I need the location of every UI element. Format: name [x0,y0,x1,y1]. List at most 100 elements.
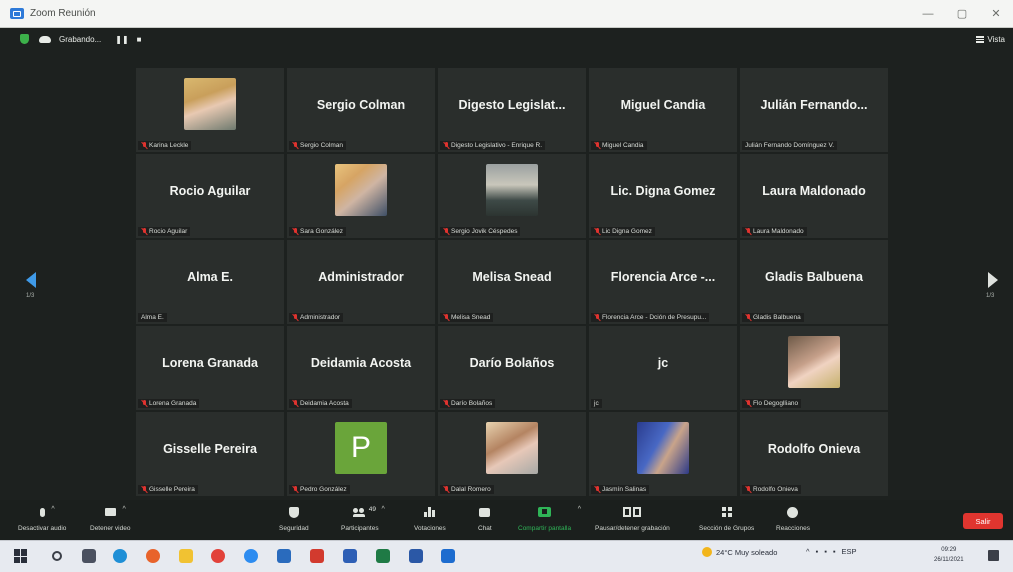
clock-time: 09:29 [941,547,957,553]
acrobat-icon[interactable] [310,549,324,563]
participant-tile[interactable]: Jasmín Salinas [589,412,737,496]
participant-name-text: Deidamia Acosta [300,400,349,407]
participant-tile[interactable]: Dalal Romero [438,412,586,496]
breakout-rooms-icon [721,507,732,517]
participant-tile[interactable]: Alma E. Alma E. [136,240,284,324]
participant-name-text: Rodolfo Onieva [753,486,798,493]
language-indicator[interactable]: ESP [842,547,857,556]
search-icon[interactable] [52,551,62,561]
view-button[interactable]: Vista [976,35,1005,44]
file-explorer-icon[interactable] [179,549,193,563]
participant-tile[interactable]: Deidamia Acosta Deidamia Acosta [287,326,435,410]
participants-label: Participantes [341,525,379,532]
participant-tile[interactable]: Digesto Legislat... Digesto Legislativo -… [438,68,586,152]
participant-display-name: Rocio Aguilar [169,184,251,198]
chrome-icon[interactable] [211,549,225,563]
participants-options-caret-icon[interactable]: ^ [381,506,384,513]
previous-page-arrow-icon[interactable] [26,272,36,288]
system-tray: ^ ▪ ▪ ▪ ESP [806,547,857,556]
participant-tile[interactable]: Flo Degoglliano [740,326,888,410]
next-page-arrow-icon[interactable] [988,272,998,288]
firefox-icon[interactable] [146,549,160,563]
reactions-button[interactable]: Reacciones [776,504,810,532]
task-view-icon[interactable] [82,549,96,563]
polls-bars-icon [424,507,436,517]
word-icon[interactable] [343,549,357,563]
stop-recording-icon[interactable]: ■ [137,35,142,44]
participant-display-name: Digesto Legislat... [458,98,566,112]
participant-display-name: Melisa Snead [472,270,552,284]
participant-tile[interactable]: Gisselle Pereira Gisselle Pereira [136,412,284,496]
pause-recording-icon[interactable]: ❚❚ [115,35,128,44]
mic-muted-icon [292,486,298,493]
volume-icon[interactable]: ▪ [824,547,827,556]
breakout-rooms-button[interactable]: Sección de Grupos [699,504,754,532]
participant-tile[interactable]: Miguel Candia Miguel Candia [589,68,737,152]
mic-muted-icon [443,314,449,321]
participant-tile[interactable]: Sergio Jovik Céspedes [438,154,586,238]
participant-name-text: Lorena Granada [149,400,197,407]
weather-widget[interactable]: 24°C Muy soleado [702,547,777,557]
security-button[interactable]: Seguridad [279,504,309,532]
leave-meeting-button[interactable]: Salir [963,513,1003,529]
polls-button[interactable]: Votaciones [414,504,446,532]
battery-icon[interactable]: ▪ [833,547,836,556]
participant-tile[interactable]: Julián Fernando... Julián Fernando Domíng… [740,68,888,152]
participant-name-text: Sara González [300,228,343,235]
participant-tile[interactable]: Administrador Administrador [287,240,435,324]
notifications-icon[interactable] [988,550,999,561]
mic-muted-icon [745,400,751,407]
stop-video-button[interactable]: ^ Detener video [90,504,130,532]
chat-label: Chat [478,525,492,532]
chat-button[interactable]: Chat [478,504,492,532]
video-label: Detener video [90,525,131,532]
participant-name-label: Gisselle Pereira [138,485,198,494]
zoom-taskbar-icon[interactable] [244,549,258,563]
participant-tile[interactable]: Darío Bolaños Darío Bolaños [438,326,586,410]
zoom-meeting-taskbar-icon[interactable] [441,549,455,563]
page-indicator-left: 1/3 [26,293,35,299]
participant-tile[interactable]: Lorena Granada Lorena Granada [136,326,284,410]
microphone-icon [39,507,45,517]
participant-tile[interactable]: Lic. Digna Gomez Lic Digna Gomez [589,154,737,238]
participant-name-text: Flo Degoglliano [753,400,799,407]
pause-stop-recording-button[interactable]: Pausar/detener grabación [595,504,670,532]
participant-tile[interactable]: jc jc [589,326,737,410]
share-options-caret-icon[interactable]: ^ [578,506,581,513]
participant-name-label: Administrador [289,313,344,322]
participants-button[interactable]: 49 ^ Participantes [341,504,385,533]
mail-icon[interactable] [277,549,291,563]
word-document-icon[interactable] [409,549,423,563]
participant-tile[interactable]: Rodolfo Onieva Rodolfo Onieva [740,412,888,496]
edge-browser-icon[interactable] [113,549,127,563]
share-screen-button[interactable]: ^ Compartir pantalla [518,504,581,532]
taskbar-clock[interactable]: 09:29 26/11/2021 [934,545,964,565]
close-button[interactable]: ✕ [979,0,1013,28]
participant-display-name: Laura Maldonado [762,184,866,198]
meeting-topbar: Grabando... ❚❚ ■ Vista [0,28,1013,50]
mute-audio-button[interactable]: ^ Desactivar audio [18,504,66,532]
excel-icon[interactable] [376,549,390,563]
participant-name-text: Sergio Colman [300,142,343,149]
encryption-shield-icon[interactable] [20,34,29,44]
participant-tile[interactable]: Karina Leckle [136,68,284,152]
maximize-button[interactable]: ▢ [945,0,979,28]
audio-options-caret-icon[interactable]: ^ [51,506,54,513]
participant-tile[interactable]: Rocio Aguilar Rocio Aguilar [136,154,284,238]
participant-display-name: Lic. Digna Gomez [610,184,716,198]
participant-tile[interactable]: Sergio Colman Sergio Colman [287,68,435,152]
zoom-window: Zoom Reunión — ▢ ✕ Grabando... ❚❚ ■ Vist… [0,0,1013,572]
participant-name-label: Pedro González [289,485,350,494]
chevron-up-icon[interactable]: ^ [806,547,810,556]
participant-tile[interactable]: Laura Maldonado Laura Maldonado [740,154,888,238]
windows-start-icon[interactable] [14,549,28,563]
participant-tile[interactable]: Melisa Snead Melisa Snead [438,240,586,324]
participant-name-label: Laura Maldonado [742,227,807,236]
participant-tile[interactable]: Sara González [287,154,435,238]
participant-tile[interactable]: Florencia Arce -... Florencia Arce - Dció… [589,240,737,324]
video-options-caret-icon[interactable]: ^ [122,506,125,513]
participant-tile[interactable]: Gladis Balbuena Gladis Balbuena [740,240,888,324]
minimize-button[interactable]: — [911,0,945,28]
network-icon[interactable]: ▪ [816,547,819,556]
participant-tile[interactable]: P Pedro González [287,412,435,496]
